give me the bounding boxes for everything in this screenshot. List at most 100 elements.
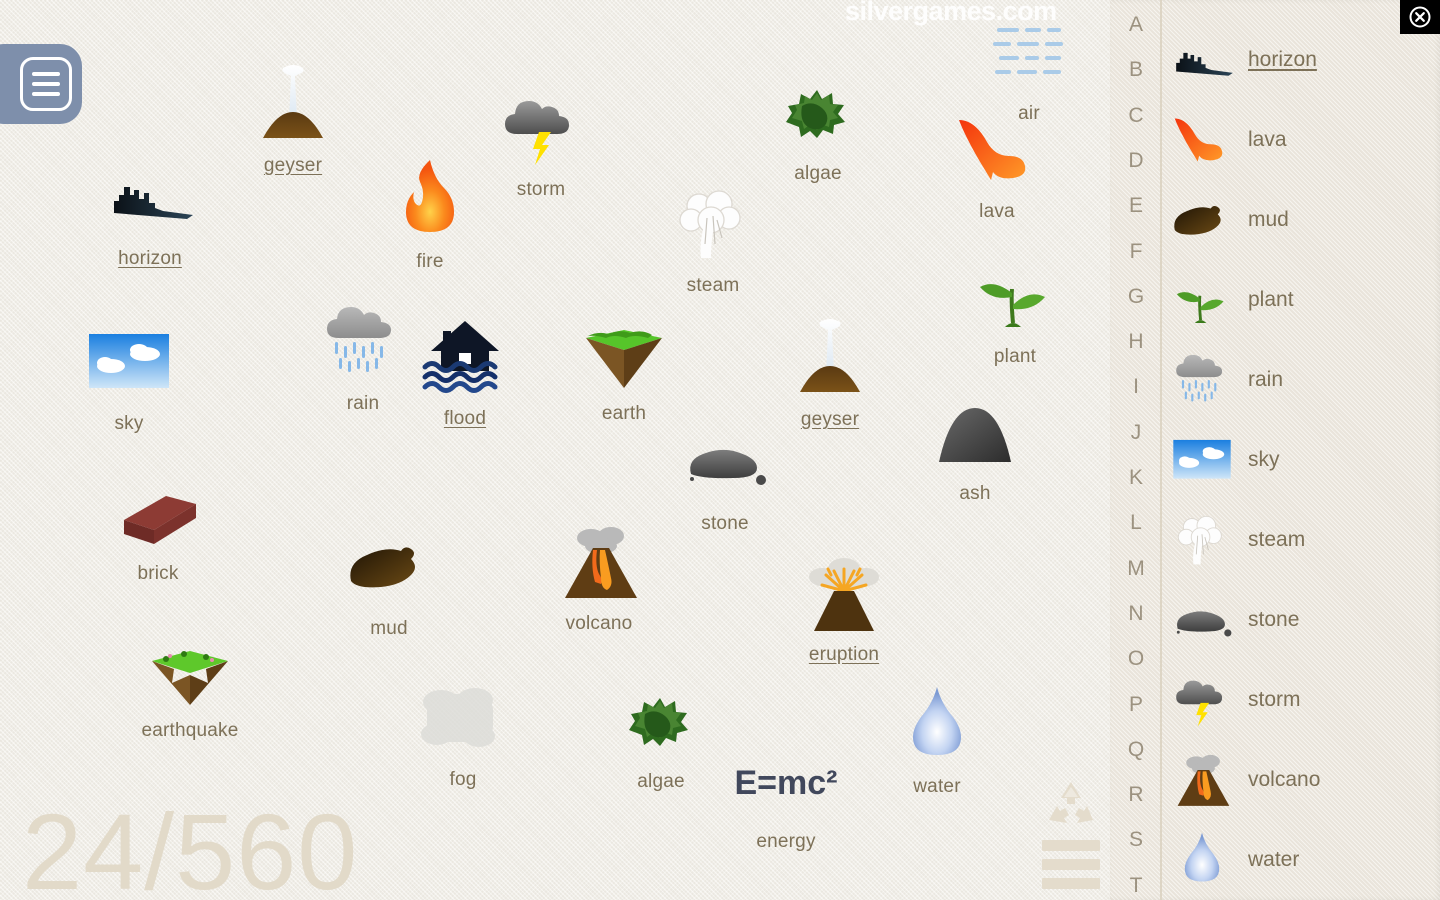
alphabet-letter-f[interactable]: F bbox=[1110, 240, 1162, 264]
algae-icon bbox=[786, 90, 845, 138]
earth-icon bbox=[549, 310, 699, 398]
sky-icon bbox=[89, 334, 169, 388]
alphabet-letter-j[interactable]: J bbox=[1110, 421, 1162, 445]
playfield-item-stone[interactable]: stone bbox=[650, 420, 800, 535]
sidebar-item-stone[interactable]: stone bbox=[1162, 580, 1440, 660]
storm-icon bbox=[505, 101, 569, 165]
element-counter: 24/560 bbox=[22, 791, 359, 900]
playfield-item-label: water bbox=[913, 776, 961, 797]
playfield-item-plant[interactable]: plant bbox=[940, 253, 1090, 368]
sidebar-item-lava[interactable]: lava bbox=[1162, 100, 1440, 180]
playfield-item-fog[interactable]: fog bbox=[388, 676, 538, 791]
playfield-item-label: steam bbox=[686, 275, 740, 296]
horizon-icon bbox=[75, 155, 225, 243]
playfield-item-volcano[interactable]: volcano bbox=[524, 520, 674, 635]
playfield-item-label: fire bbox=[416, 251, 444, 272]
alphabet-letter-l[interactable]: L bbox=[1110, 511, 1162, 535]
geyser-icon bbox=[1162, 0, 1242, 7]
element-sidebar[interactable]: ABCDEFGHIJKLMNOPQRST horizon lava mud pl… bbox=[1110, 0, 1440, 900]
sidebar-item-label: lava bbox=[1248, 128, 1287, 151]
playfield-item-geyser[interactable]: geyser bbox=[218, 62, 368, 177]
playfield-item-steam[interactable]: steam bbox=[638, 182, 788, 297]
alphabet-letter-m[interactable]: M bbox=[1110, 557, 1162, 581]
playfield-item-earthquake[interactable]: earthquake bbox=[115, 627, 265, 742]
alphabet-index[interactable]: ABCDEFGHIJKLMNOPQRST bbox=[1110, 0, 1162, 900]
alphabet-letter-g[interactable]: G bbox=[1110, 285, 1162, 309]
eruption-icon bbox=[809, 558, 879, 631]
sidebar-item-geyser[interactable] bbox=[1162, 0, 1440, 14]
alphabet-letter-b[interactable]: B bbox=[1110, 58, 1162, 82]
playfield-item-sky[interactable]: sky bbox=[54, 320, 204, 435]
sidebar-item-volcano[interactable]: volcano bbox=[1162, 740, 1440, 820]
sidebar-item-sky[interactable]: sky bbox=[1162, 420, 1440, 500]
water-icon bbox=[862, 683, 1012, 771]
water-icon bbox=[1162, 827, 1242, 893]
alphabet-letter-a[interactable]: A bbox=[1110, 13, 1162, 37]
volcano-icon bbox=[565, 527, 637, 598]
sidebar-item-water[interactable]: water bbox=[1162, 820, 1440, 900]
playfield-item-earth[interactable]: earth bbox=[549, 310, 699, 425]
playfield-item-eruption[interactable]: eruption bbox=[769, 551, 919, 666]
playfield-item-brick[interactable]: brick bbox=[83, 470, 233, 585]
brick-icon bbox=[83, 470, 233, 558]
playfield-item-water[interactable]: water bbox=[862, 683, 1012, 798]
alphabet-letter-e[interactable]: E bbox=[1110, 194, 1162, 218]
playfield-item-ash[interactable]: ash bbox=[900, 390, 1050, 505]
playfield-item-fire[interactable]: fire bbox=[355, 158, 505, 273]
alphabet-letter-r[interactable]: R bbox=[1110, 783, 1162, 807]
fire-icon bbox=[355, 158, 505, 246]
horizon-icon bbox=[1176, 52, 1233, 76]
alphabet-letter-q[interactable]: Q bbox=[1110, 738, 1162, 762]
mud-icon bbox=[1162, 187, 1242, 253]
playfield-item-lava[interactable]: lava bbox=[922, 108, 1072, 223]
algae-icon bbox=[743, 70, 893, 158]
sidebar-item-rain[interactable]: rain bbox=[1162, 340, 1440, 420]
playfield-item-horizon[interactable]: horizon bbox=[75, 155, 225, 270]
menu-button[interactable] bbox=[0, 44, 82, 124]
stack-icon[interactable] bbox=[1042, 840, 1100, 889]
alphabet-letter-t[interactable]: T bbox=[1110, 874, 1162, 898]
alphabet-letter-h[interactable]: H bbox=[1110, 330, 1162, 354]
close-button[interactable] bbox=[1400, 0, 1440, 34]
alphabet-letter-o[interactable]: O bbox=[1110, 647, 1162, 671]
sidebar-item-plant[interactable]: plant bbox=[1162, 260, 1440, 340]
playfield-item-flood[interactable]: flood bbox=[390, 315, 540, 430]
playfield[interactable]: geyser horizon storm algae air lava fire… bbox=[0, 0, 1110, 900]
playfield-item-mud[interactable]: mud bbox=[314, 525, 464, 640]
horizon-icon bbox=[114, 187, 193, 219]
stack-bar bbox=[1042, 878, 1100, 889]
volcano-icon bbox=[1177, 754, 1230, 806]
hamburger-icon bbox=[20, 57, 72, 111]
alphabet-letter-p[interactable]: P bbox=[1110, 693, 1162, 717]
playfield-item-geyser-2[interactable]: geyser bbox=[755, 316, 905, 431]
sidebar-item-mud[interactable]: mud bbox=[1162, 180, 1440, 260]
playfield-item-label: mud bbox=[370, 618, 408, 639]
playfield-item-label: lava bbox=[979, 201, 1015, 222]
alphabet-letter-d[interactable]: D bbox=[1110, 149, 1162, 173]
flood-icon bbox=[422, 321, 499, 393]
playfield-item-algae-top[interactable]: algae bbox=[743, 70, 893, 185]
playfield-item-label: energy bbox=[756, 831, 816, 852]
stone-icon bbox=[650, 420, 800, 508]
sky-icon bbox=[1162, 427, 1242, 493]
lava-icon bbox=[959, 120, 1026, 180]
sidebar-item-label: steam bbox=[1248, 528, 1306, 551]
playfield-item-label: flood bbox=[443, 408, 487, 429]
element-list[interactable]: horizon lava mud plant rain sky steam st… bbox=[1162, 0, 1440, 900]
brick-icon bbox=[124, 496, 196, 544]
sidebar-item-steam[interactable]: steam bbox=[1162, 500, 1440, 580]
eruption-icon bbox=[769, 551, 919, 639]
svg-text:E=mc²: E=mc² bbox=[735, 764, 838, 802]
alphabet-letter-s[interactable]: S bbox=[1110, 828, 1162, 852]
mud-icon bbox=[1174, 205, 1221, 235]
alphabet-letter-n[interactable]: N bbox=[1110, 602, 1162, 626]
sidebar-item-storm[interactable]: storm bbox=[1162, 660, 1440, 740]
sidebar-item-horizon[interactable]: horizon bbox=[1162, 20, 1440, 100]
alphabet-letter-i[interactable]: I bbox=[1110, 375, 1162, 399]
stone-icon bbox=[1162, 587, 1242, 653]
flood-icon bbox=[390, 315, 540, 403]
alphabet-letter-k[interactable]: K bbox=[1110, 466, 1162, 490]
recycle-icon[interactable] bbox=[1043, 778, 1099, 828]
playfield-item-energy[interactable]: E=mc² energy bbox=[711, 738, 861, 853]
alphabet-letter-c[interactable]: C bbox=[1110, 104, 1162, 128]
